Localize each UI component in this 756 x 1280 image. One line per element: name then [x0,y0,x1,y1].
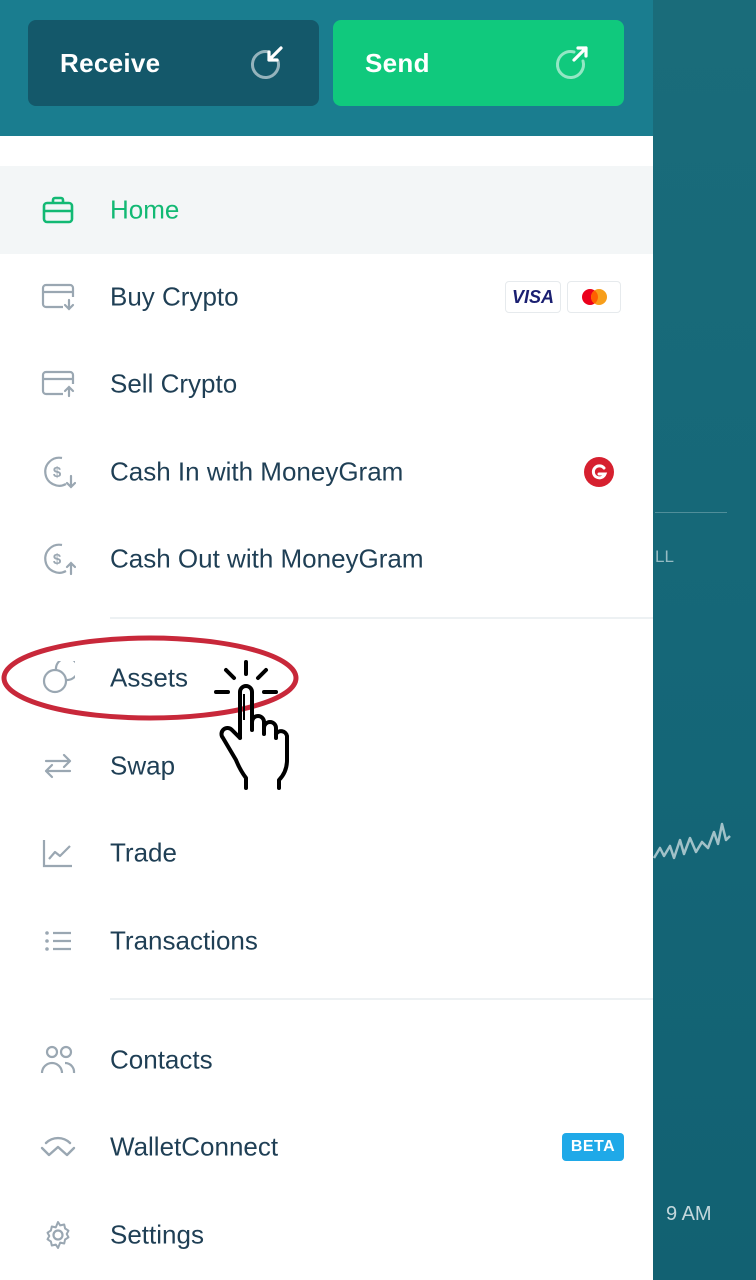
send-button[interactable]: Send [333,20,624,106]
send-arrow-icon [555,46,588,80]
main-screen-label-fragment: LL [655,547,674,566]
menu-label-home: Home [110,194,180,225]
main-screen-background [653,0,756,1280]
card-download-icon [40,279,76,315]
dollar-circle-out-icon: $ [40,541,76,577]
menu-label-contacts: Contacts [110,1044,213,1075]
chart-line-icon [40,835,76,871]
main-screen-time-fragment: 9 AM [666,1203,712,1225]
menu-item-transactions[interactable]: Transactions [0,897,653,985]
svg-text:$: $ [53,551,62,568]
menu-label-sell-crypto: Sell Crypto [110,368,238,399]
menu-divider [110,998,653,1000]
send-button-label: Send [365,47,430,78]
menu-label-trade: Trade [110,837,177,868]
menu-item-swap[interactable]: Swap [0,722,653,810]
list-icon [40,923,76,959]
menu-item-contacts[interactable]: Contacts [0,1016,653,1104]
visa-badge: VISA [505,281,561,313]
menu-label-swap: Swap [110,750,176,781]
main-screen-divider [655,512,727,513]
receive-button[interactable]: Receive [28,20,319,106]
price-sparkline [652,822,731,860]
menu-label-transactions: Transactions [110,925,258,956]
svg-text:$: $ [53,464,62,481]
menu-item-home[interactable]: Home [0,166,653,254]
receive-button-label: Receive [60,47,161,78]
gear-icon [40,1217,76,1253]
moneygram-logo-icon [584,457,614,487]
drawer-header: Receive Send [0,0,653,136]
menu-item-walletconnect[interactable]: WalletConnect [0,1103,653,1191]
dollar-circle-in-icon: $ [40,454,76,490]
contacts-icon [40,1042,76,1078]
menu-label-settings: Settings [110,1219,204,1250]
beta-badge: BETA [562,1133,624,1161]
swap-arrows-icon [40,748,76,784]
menu-item-trade[interactable]: Trade [0,809,653,897]
menu-label-cash-out: Cash Out with MoneyGram [110,543,424,574]
menu-label-walletconnect: WalletConnect [110,1131,279,1162]
card-upload-icon [40,366,76,402]
menu-divider [110,617,653,619]
menu-label-cash-in: Cash In with MoneyGram [110,456,404,487]
briefcase-icon [40,192,76,228]
menu-item-cash-out-moneygram[interactable]: $ Cash Out with MoneyGram [0,515,653,603]
receive-arrow-icon [250,46,283,80]
menu-item-sell-crypto[interactable]: Sell Crypto [0,340,653,428]
mastercard-icon [567,281,621,313]
walletconnect-icon [40,1129,76,1165]
menu-item-cash-in-moneygram[interactable]: $ Cash In with MoneyGram [0,428,653,516]
menu-label-buy-crypto: Buy Crypto [110,281,239,312]
menu-item-settings[interactable]: Settings [0,1191,653,1279]
pointing-hand-icon [214,660,289,790]
